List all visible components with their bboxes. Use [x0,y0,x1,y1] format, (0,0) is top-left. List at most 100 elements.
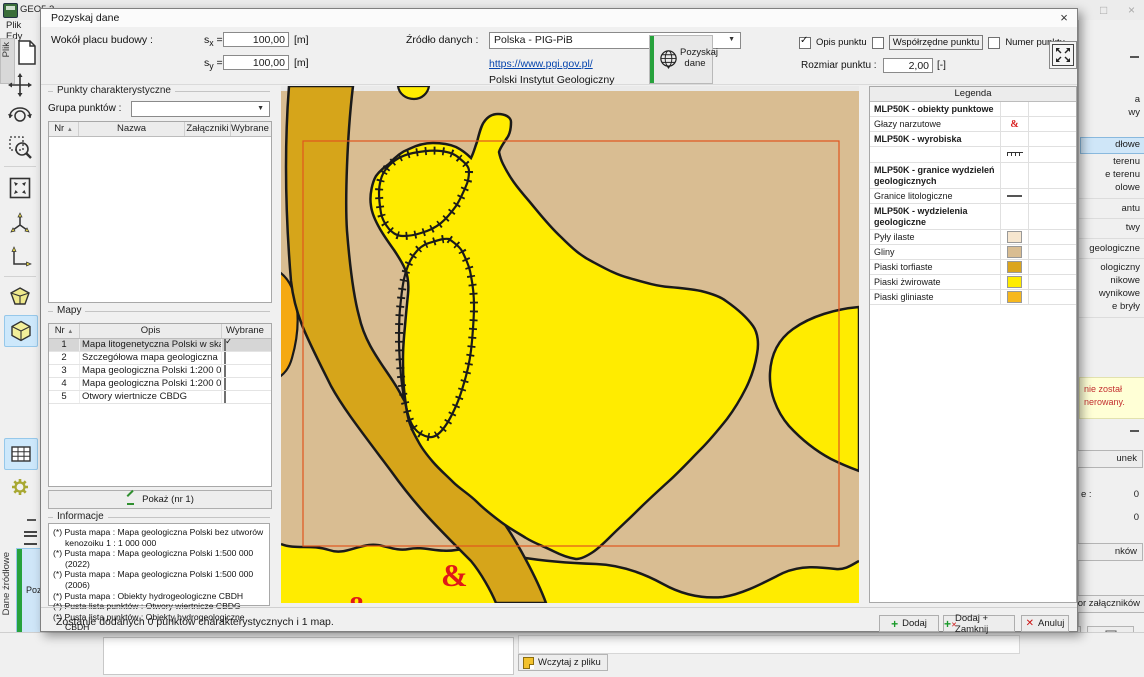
fullscreen-button[interactable] [1049,41,1077,69]
frame-item[interactable]: a [1135,94,1140,105]
table-icon[interactable] [4,438,38,470]
warning-line: nerowany. [1084,397,1125,407]
numer-punktu-checkbox[interactable] [988,37,1000,49]
frame-item[interactable]: e bryły [1112,301,1140,312]
close-window-icon[interactable]: × [1128,3,1135,17]
point-size-unit: [-] [937,60,946,71]
row-checkbox[interactable] [224,378,226,390]
view-iso-icon[interactable] [4,315,38,347]
chevron-down-icon: ▼ [257,105,264,112]
axes-2d-icon[interactable] [4,242,36,272]
sy-input[interactable]: 100,00 [223,55,289,70]
new-file-icon[interactable] [16,40,38,66]
table-row[interactable]: 4 Mapa geologiczna Polski 1:200 000 - od… [49,378,271,391]
menubar[interactable]: Plik Edy [0,20,40,36]
pan-icon[interactable] [4,70,36,100]
count-label: e : [1081,489,1092,500]
menu-plik[interactable]: Plik [6,20,21,31]
app-window: GEO5 2 □ × Plik Edy Plik [0,0,1144,677]
sx-label: sx = [204,34,223,48]
frame-item-active[interactable]: dłowe [1080,137,1144,154]
sort-asc-icon: ▲ [67,329,73,335]
add-close-button[interactable]: +✕ Dodaj + Zamknij [943,615,1015,632]
plus-close-icon: +✕ [944,619,951,629]
frame-item[interactable]: twy [1126,222,1140,233]
table-row[interactable]: 3 Mapa geologiczna Polski 1:200 000 - za… [49,365,271,378]
frame-item[interactable]: wy [1128,107,1140,118]
point-size-input[interactable]: 2,00 [883,58,933,73]
row-checkbox[interactable] [224,365,226,377]
collapse-dash-icon[interactable] [1130,56,1139,58]
view-front-icon[interactable] [4,281,36,311]
plus-icon: + [891,619,898,629]
bottom-field[interactable] [518,635,1020,654]
count-value: 0 [1134,512,1139,523]
globe-icon [658,49,679,70]
load-from-file-button[interactable]: Wczytaj z pliku [518,654,608,671]
toolbar-separator [4,166,36,167]
warning-line: nie został [1084,384,1122,394]
around-site-label: Wokół placu budowy : [51,34,153,46]
map-legend: Legenda MLP50K - obiekty punktowe Głazy … [869,86,1077,603]
frame-item[interactable]: ologiczny [1100,262,1140,273]
frame-button-pozyskaj[interactable]: Poz [16,548,42,634]
table-row[interactable]: 2 Szczegółowa mapa geologiczna Polski 1:… [49,352,271,365]
collapse-dash-icon[interactable] [27,519,36,521]
color-swatch [1007,276,1022,288]
count-value: 0 [1134,489,1139,500]
fetch-data-button[interactable]: Pozyskaj dane [649,35,713,84]
pgi-link[interactable]: https://www.pgi.gov.pl/ [489,58,593,70]
color-swatch [1007,231,1022,243]
dane-zrodlowe-tab[interactable]: Dane źródłowe [1,552,12,615]
sy-label: sy = [204,57,223,71]
table-row[interactable]: 1 Mapa litogenetyczna Polski w skali 1:5… [49,339,271,352]
add-button[interactable]: + Dodaj [879,615,939,632]
geological-map[interactable]: & & [281,86,859,603]
panel-separator [1079,238,1144,239]
frame-item[interactable]: geologiczne [1089,243,1140,254]
bottom-text-area[interactable] [103,637,514,675]
fit-screen-icon[interactable] [4,173,36,203]
file-tab-label: Plik [1,42,12,57]
frame-item[interactable]: terenu [1113,156,1140,167]
active-stripe [650,36,654,83]
row-checkbox[interactable] [224,391,226,403]
frame-item[interactable]: olowe [1115,182,1140,193]
color-swatch [1007,246,1022,258]
expand-arrows-icon [1052,44,1074,66]
show-icon [126,494,137,505]
row-checkbox[interactable]: ✓ [224,339,226,351]
opis-punktu-checkbox[interactable]: ✓ [799,37,811,49]
axes-3d-icon[interactable] [4,208,36,238]
frame-item[interactable]: wynikowe [1099,288,1140,299]
dialog-title: Pozyskaj dane [51,12,119,24]
legend-label: Głazy narzutowe [870,117,1001,131]
maps-table[interactable]: Nr ▲ Opis Wybrane 1 Mapa litogenetyczna … [48,323,272,487]
frame-item[interactable]: nikowe [1110,275,1140,286]
collapse-dash-icon[interactable] [1130,430,1139,432]
wspolrzedne-checkbox[interactable] [872,37,884,49]
dialog-titlebar[interactable]: Pozyskaj dane × [41,9,1077,28]
frame-list-icon[interactable] [24,531,37,545]
dialog-close-icon[interactable]: × [1055,10,1073,25]
sx-input[interactable]: 100,00 [223,32,289,47]
cancel-button[interactable]: ✕ Anuluj [1021,615,1069,632]
row-checkbox[interactable] [224,352,226,364]
frame-item[interactable]: e terenu [1105,169,1140,180]
orbit-icon[interactable] [4,101,36,131]
legend-label [870,147,1001,162]
maximize-icon[interactable]: □ [1100,3,1107,17]
institute-label: Polski Instytut Geologiczny [489,74,614,86]
frame-item[interactable]: antu [1122,203,1141,214]
panel-separator [1079,258,1144,259]
show-map-button[interactable]: Pokaż (nr 1) [48,490,272,509]
zoom-select-icon[interactable] [4,132,36,162]
points-table[interactable]: Nr ▲ Nazwa Załączniki Wybrane [48,121,272,303]
pozyskaj-dane-dialog: Pozyskaj dane × Wokół placu budowy : sx … [40,8,1078,632]
load-file-label: Wczytaj z pliku [538,657,601,668]
wspolrzedne-label: Współrzędne punktu [889,35,984,50]
settings-gear-icon[interactable] [4,472,36,502]
chevron-down-icon: ▼ [728,36,735,43]
point-group-select[interactable]: ▼ [131,101,270,117]
table-row[interactable]: 5 Otwory wiertnicze CBDG [49,391,271,404]
